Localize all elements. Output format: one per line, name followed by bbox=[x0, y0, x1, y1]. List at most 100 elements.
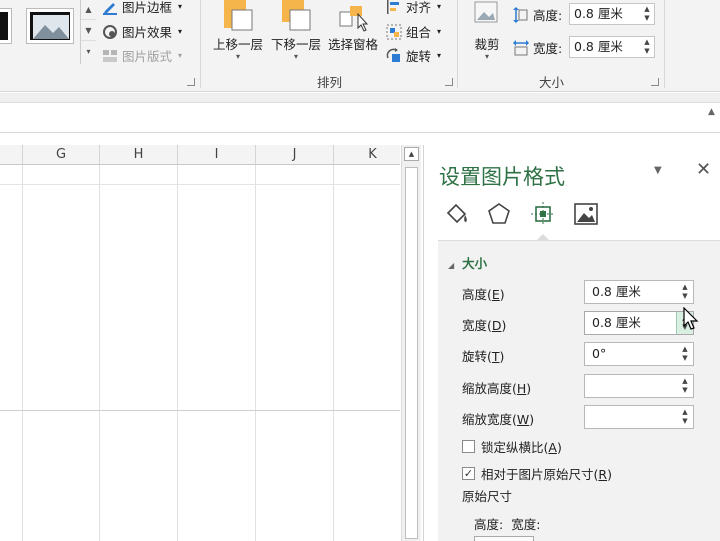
arrange-group-title: 排列 bbox=[317, 75, 343, 90]
column-header-j[interactable]: J bbox=[256, 145, 334, 165]
spinner-icon[interactable]: ▲▼ bbox=[681, 408, 689, 426]
arrange-launcher-icon[interactable] bbox=[445, 78, 453, 86]
scale-width-input[interactable]: ▲ ▼ bbox=[584, 405, 694, 429]
picture-style-thumbnail-2[interactable] bbox=[26, 8, 74, 44]
crop-icon bbox=[474, 1, 498, 23]
bring-forward-icon bbox=[224, 0, 253, 31]
lock-aspect-ratio-checkbox[interactable] bbox=[462, 440, 475, 453]
spinner-icon[interactable]: ▲▼ bbox=[642, 5, 652, 23]
chevron-down-icon: ▾ bbox=[178, 51, 183, 60]
shape-height-label: 高度: bbox=[533, 8, 563, 23]
tab-picture[interactable] bbox=[573, 201, 599, 227]
size-group-title: 大小 bbox=[539, 75, 565, 90]
selection-pane-icon bbox=[339, 6, 369, 32]
styles-gallery-scroller[interactable]: ▲ ▼ ▾ bbox=[80, 0, 96, 64]
crop-label: 裁剪 bbox=[474, 37, 500, 52]
gallery-up-icon[interactable]: ▲ bbox=[81, 0, 96, 20]
picture-border-button[interactable]: 图片边框 ▾ bbox=[102, 0, 182, 16]
original-width-label: 宽度: bbox=[511, 517, 541, 532]
picture-layout-button[interactable]: 图片版式 ▾ bbox=[102, 46, 182, 65]
height-input[interactable]: 0.8 厘米 ▲ ▼ bbox=[584, 280, 694, 304]
size-launcher-icon[interactable] bbox=[651, 78, 659, 86]
chevron-down-icon: ▾ bbox=[437, 27, 442, 36]
column-header-h[interactable]: H bbox=[100, 145, 178, 165]
gallery-down-icon[interactable]: ▼ bbox=[81, 21, 96, 41]
align-button[interactable]: 对齐 ▾ bbox=[386, 0, 441, 16]
layout-icon bbox=[102, 48, 118, 64]
group-button[interactable]: 组合 ▾ bbox=[386, 22, 441, 41]
rotation-value: 0° bbox=[592, 346, 607, 361]
lock-aspect-ratio-row[interactable]: 锁定纵横比(A) bbox=[462, 437, 562, 456]
height-value: 0.8 厘米 bbox=[592, 284, 641, 299]
picture-effects-button[interactable]: 图片效果 ▾ bbox=[102, 22, 182, 41]
ribbon: ▲ ▼ ▾ 图片边框 ▾ 图片效果 ▾ 图片版式 ▾ 上移一层 ▾ 下移一层 ▾… bbox=[0, 0, 720, 92]
selection-pane-label: 选择窗格 bbox=[327, 37, 378, 52]
spinner-icon[interactable]: ▲▼ bbox=[681, 345, 689, 363]
column-header-i[interactable]: I bbox=[178, 145, 256, 165]
send-backward-label: 下移一层 bbox=[270, 37, 321, 52]
send-backward-icon bbox=[282, 0, 311, 31]
spinner-icon[interactable]: ▲▼ bbox=[642, 38, 652, 56]
width-input[interactable]: 0.8 厘米 ▲▼ bbox=[584, 311, 694, 335]
chevron-down-icon: ▾ bbox=[437, 51, 442, 60]
size-section-header[interactable]: ◢ 大小 bbox=[448, 253, 487, 272]
spinner-icon[interactable]: ▲▼ bbox=[681, 283, 689, 301]
picture-style-thumbnail-1[interactable] bbox=[0, 8, 12, 44]
pencil-icon bbox=[102, 0, 118, 15]
spinner-icon[interactable]: ▲▼ bbox=[681, 377, 689, 395]
group-label: 组合 bbox=[406, 25, 432, 40]
column-header-k[interactable]: K bbox=[334, 145, 400, 165]
shape-height-input[interactable]: 0.8 厘米 ▲ ▼ bbox=[569, 3, 655, 25]
original-size-title: 原始尺寸 bbox=[462, 489, 513, 504]
scrollbar-thumb[interactable] bbox=[405, 167, 418, 539]
size-section-title: 大小 bbox=[462, 256, 488, 271]
tab-effects[interactable] bbox=[486, 201, 512, 227]
scroll-up-icon[interactable]: ▲ bbox=[404, 147, 419, 161]
picture-styles-launcher-icon[interactable] bbox=[187, 78, 195, 86]
worksheet-grid[interactable]: G H I J K bbox=[0, 145, 400, 541]
pane-body: ◢ 大小 高度(E) 0.8 厘米 ▲▼ 宽度(D) 0.8 厘米 ▲▼ 旋转(T… bbox=[438, 240, 720, 541]
formula-bar-area: ▲ bbox=[0, 93, 720, 133]
relative-to-original-checkbox[interactable]: ✓ bbox=[462, 467, 475, 480]
shape-height-value: 0.8 厘米 bbox=[574, 6, 623, 21]
chevron-down-icon: ▾ bbox=[178, 27, 183, 36]
gallery-more-icon[interactable]: ▾ bbox=[81, 42, 96, 62]
selection-pane-button[interactable]: 选择窗格 bbox=[326, 0, 380, 52]
close-icon[interactable]: ✕ bbox=[696, 159, 711, 180]
picture-effects-label: 图片效果 bbox=[122, 25, 173, 40]
rotate-button[interactable]: 旋转 ▾ bbox=[386, 46, 441, 65]
picture-icon bbox=[574, 203, 598, 225]
picture-border-label: 图片边框 bbox=[122, 0, 173, 15]
scale-height-label: 缩放高度(H) bbox=[462, 381, 532, 396]
tab-size-properties[interactable] bbox=[530, 201, 556, 240]
shape-width-label: 宽度: bbox=[533, 41, 563, 56]
bring-forward-label: 上移一层 bbox=[212, 37, 263, 52]
shape-width-input[interactable]: 0.8 厘米 ▲ ▼ bbox=[569, 36, 655, 58]
group-icon bbox=[386, 24, 402, 40]
vertical-scrollbar[interactable]: ▲ bbox=[401, 145, 421, 541]
scale-width-label: 缩放宽度(W) bbox=[462, 412, 535, 427]
ribbon-bottom-strip bbox=[0, 93, 720, 103]
rotation-input[interactable]: 0° ▲ ▼ bbox=[584, 342, 694, 366]
rotation-label: 旋转(T) bbox=[462, 349, 505, 364]
shape-width-value: 0.8 厘米 bbox=[574, 39, 623, 54]
scale-height-input[interactable]: ▲ ▼ bbox=[584, 374, 694, 398]
tab-fill-line[interactable] bbox=[444, 201, 470, 227]
column-header-f[interactable] bbox=[0, 145, 23, 165]
chevron-down-icon: ▾ bbox=[437, 2, 442, 11]
width-value: 0.8 厘米 bbox=[592, 315, 641, 330]
mouse-cursor-icon bbox=[683, 307, 699, 330]
column-header-g[interactable]: G bbox=[23, 145, 100, 165]
pane-options-icon[interactable]: ▼ bbox=[654, 165, 662, 176]
chevron-down-icon: ▾ bbox=[178, 2, 183, 11]
bring-forward-button[interactable]: 上移一层 ▾ bbox=[210, 0, 266, 61]
reset-button[interactable] bbox=[474, 536, 534, 541]
effects-icon bbox=[102, 24, 118, 40]
relative-to-original-row[interactable]: ✓ 相对于图片原始尺寸(R) bbox=[462, 464, 612, 483]
collapse-ribbon-icon[interactable]: ▲ bbox=[708, 107, 715, 117]
shape-height-label-row: 高度: bbox=[513, 5, 562, 24]
send-backward-button[interactable]: 下移一层 ▾ bbox=[268, 0, 324, 61]
rotate-label: 旋转 bbox=[406, 49, 432, 64]
crop-button[interactable]: 裁剪 ▾ bbox=[467, 0, 507, 61]
chevron-down-icon: ▾ bbox=[484, 52, 489, 61]
